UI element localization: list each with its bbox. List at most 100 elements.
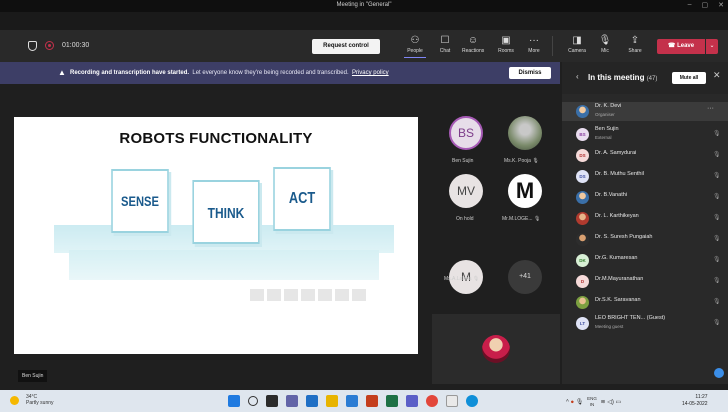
participant-photo bbox=[576, 296, 589, 309]
mic-off-icon: 🎙 bbox=[713, 257, 721, 263]
rooms-button[interactable]: ▣ Rooms bbox=[495, 34, 517, 58]
teams-icon[interactable] bbox=[406, 395, 418, 407]
more-participants-button[interactable]: +41 bbox=[508, 260, 542, 294]
teams-chat-icon[interactable] bbox=[286, 395, 298, 407]
more-button[interactable]: ··· More bbox=[523, 34, 545, 58]
slide-box-act: ACT bbox=[273, 167, 331, 231]
teams-tray-icon: ● bbox=[570, 399, 575, 406]
panel-title: In this meeting (47) bbox=[588, 73, 658, 82]
start-icon[interactable] bbox=[228, 395, 240, 407]
rooms-icon: ▣ bbox=[501, 35, 511, 46]
recording-icon bbox=[45, 41, 54, 50]
volume-icon: ◁) bbox=[607, 399, 614, 406]
taskbar-clock[interactable]: 11:27 14-05-2022 bbox=[682, 394, 708, 408]
mic-off-icon: 🎙 bbox=[713, 173, 721, 179]
windows-taskbar: 34°C Partly sunny ^ ● 🎙 ENG IN ≋ ◁) ▭ 11… bbox=[0, 390, 728, 412]
photos-icon[interactable] bbox=[446, 395, 458, 407]
close-icon[interactable]: ✕ bbox=[713, 70, 721, 81]
reactions-button[interactable]: ☺ Reactions bbox=[462, 34, 484, 58]
notification-dot bbox=[714, 368, 724, 378]
leave-options-chevron-icon[interactable]: ⌄ bbox=[706, 39, 718, 54]
participant-row[interactable]: DS Dr. A. Samydurai 🎙 bbox=[562, 146, 728, 165]
camera-button[interactable]: ◨ Camera bbox=[566, 34, 588, 58]
share-button[interactable]: ⇪ Share bbox=[624, 34, 646, 58]
window-title-bar: Meeting in "General" – ▢ ✕ bbox=[0, 0, 728, 12]
search-icon[interactable] bbox=[248, 396, 258, 406]
participant-row[interactable]: D Dr.M.Mayuranathan 🎙 bbox=[562, 272, 728, 291]
more-icon: ··· bbox=[529, 35, 539, 46]
leave-button[interactable]: ☎ Leave bbox=[657, 39, 705, 54]
participant-photo bbox=[576, 212, 589, 225]
participant-avatar[interactable]: MV bbox=[449, 174, 483, 208]
chat-button[interactable]: ☐ Chat bbox=[434, 34, 456, 58]
excel-icon[interactable] bbox=[386, 395, 398, 407]
slide-box-think: THINK bbox=[192, 180, 260, 244]
edge-icon[interactable] bbox=[466, 395, 478, 407]
toolbar-divider bbox=[552, 36, 553, 56]
participant-row[interactable]: LT LEO BRIGHT TEN... (Guest) Meeting gue… bbox=[562, 314, 728, 333]
mic-button[interactable]: 🎙 Mic bbox=[594, 34, 616, 58]
minimize-button[interactable]: – bbox=[688, 1, 692, 9]
participant-avatar[interactable]: M bbox=[508, 174, 542, 208]
warning-icon: ▲ bbox=[58, 68, 66, 77]
mic-off-icon: 🎙 bbox=[713, 215, 721, 221]
request-control-button[interactable]: Request control bbox=[312, 39, 380, 54]
mic-off-icon: 🎙 bbox=[472, 276, 480, 282]
slide-decoration bbox=[250, 289, 366, 301]
participant-row[interactable]: DK Dr.G. Kumaresan 🎙 bbox=[562, 251, 728, 270]
tile-name: Ms.K. Pooja 🎙 bbox=[504, 158, 539, 164]
shield-icon bbox=[28, 41, 37, 51]
recording-banner: ▲ Recording and transcription have start… bbox=[0, 62, 560, 84]
privacy-policy-link[interactable]: Privacy policy bbox=[352, 70, 389, 76]
maximize-button[interactable]: ▢ bbox=[702, 1, 709, 9]
participant-row[interactable]: DS Dr. B. Muthu Senthil 🎙 bbox=[562, 167, 728, 186]
presenter-name-tag: Ben Sujin bbox=[18, 370, 48, 382]
window-title: Meeting in "General" bbox=[336, 2, 392, 8]
participant-row[interactable]: Dr.S.K. Saravanan 🎙 bbox=[562, 293, 728, 312]
more-options-icon[interactable]: ··· bbox=[707, 105, 714, 112]
word-icon[interactable] bbox=[346, 395, 358, 407]
participant-photo-avatar[interactable] bbox=[508, 116, 542, 150]
file-explorer-icon[interactable] bbox=[326, 395, 338, 407]
language-indicator: ENG IN bbox=[587, 396, 597, 407]
meeting-toolbar: 01:00:30 Request control ⚇ People ☐ Chat… bbox=[0, 30, 728, 62]
shared-slide: ROBOTS FUNCTIONALITY SENSE THINK ACT bbox=[14, 117, 418, 354]
system-tray[interactable]: ^ ● 🎙 ENG IN ≋ ◁) ▭ bbox=[566, 396, 621, 408]
reactions-icon: ☺ bbox=[467, 35, 479, 46]
mic-off-icon: 🎙 bbox=[713, 236, 721, 242]
participants-panel: ‹ In this meeting (47) Mute all ✕ Dr. K.… bbox=[562, 62, 728, 384]
chevron-up-icon: ^ bbox=[566, 399, 569, 406]
close-window-button[interactable]: ✕ bbox=[718, 1, 724, 9]
powerpoint-icon[interactable] bbox=[366, 395, 378, 407]
mute-all-button[interactable]: Mute all bbox=[672, 72, 706, 84]
slide-box-sense: SENSE bbox=[111, 169, 169, 233]
mic-off-icon: 🎙 bbox=[713, 194, 721, 200]
tile-name: On hold bbox=[456, 216, 474, 222]
tile-name: Ben Sujin bbox=[452, 158, 474, 164]
slide-title: ROBOTS FUNCTIONALITY bbox=[119, 130, 313, 147]
dismiss-button[interactable]: Dismiss bbox=[509, 67, 551, 79]
participant-row[interactable]: Dr. B.Vanathi 🎙 bbox=[562, 188, 728, 207]
participant-row[interactable]: Dr. S. Suresh Pungaiah 🎙 bbox=[562, 230, 728, 249]
participant-row[interactable]: BS Ben Sujin External 🎙 bbox=[562, 125, 728, 144]
mic-off-icon: 🎙 bbox=[713, 320, 721, 326]
tile-name: Mr.M.LOGE... 🎙 bbox=[502, 216, 541, 222]
chevron-left-icon[interactable]: ‹ bbox=[576, 72, 579, 81]
battery-icon: ▭ bbox=[615, 399, 622, 406]
participant-avatar[interactable]: BS bbox=[449, 116, 483, 150]
chrome-icon[interactable] bbox=[426, 395, 438, 407]
slide-floor-front bbox=[69, 250, 379, 280]
mic-tray-icon: 🎙 bbox=[575, 399, 584, 406]
participant-row[interactable]: Dr. K. Devi Organiser ··· bbox=[562, 102, 728, 121]
widgets-icon[interactable] bbox=[306, 395, 318, 407]
participant-photo bbox=[576, 191, 589, 204]
self-avatar bbox=[482, 335, 510, 363]
weather-widget[interactable]: 34°C Partly sunny bbox=[26, 394, 54, 406]
people-button[interactable]: ⚇ People bbox=[404, 34, 426, 58]
share-icon: ⇪ bbox=[630, 35, 640, 46]
task-view-icon[interactable] bbox=[266, 395, 278, 407]
mic-off-icon: 🎙 bbox=[598, 35, 612, 46]
mic-off-icon: 🎙 bbox=[713, 299, 721, 305]
participant-row[interactable]: Dr. L. Karthikeyan 🎙 bbox=[562, 209, 728, 228]
title-gap bbox=[0, 12, 728, 30]
